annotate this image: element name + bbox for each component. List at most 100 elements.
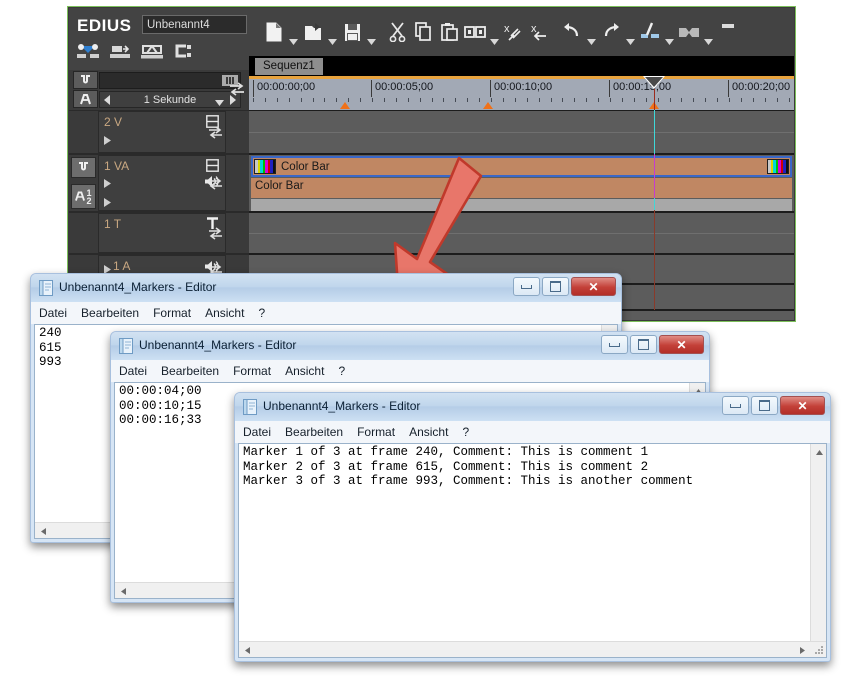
close-button[interactable]: ✕ — [571, 277, 616, 296]
marker-icon[interactable] — [676, 17, 702, 47]
timeline-marker-1[interactable] — [340, 102, 350, 109]
track-1va-label: 1 VA — [104, 159, 130, 173]
video-toggle-button[interactable] — [73, 71, 98, 89]
cut-icon[interactable] — [384, 17, 410, 47]
chevron-down-icon[interactable] — [326, 15, 339, 50]
chevron-down-icon[interactable] — [488, 15, 501, 50]
notepad-3-titlebar[interactable]: Unbenannt4_Markers - Editor ✕ — [235, 393, 830, 421]
menu-help[interactable]: ? — [258, 306, 265, 320]
redo-icon[interactable] — [598, 17, 624, 47]
copy-icon[interactable] — [410, 17, 436, 47]
notepad-2-titlebar[interactable]: Unbenannt4_Markers - Editor ✕ — [111, 332, 709, 360]
menu-ansicht[interactable]: Ansicht — [285, 364, 324, 378]
menu-ansicht[interactable]: Ansicht — [205, 306, 244, 320]
timeline-track-1va[interactable]: Color Bar Color Bar — [249, 154, 794, 212]
timeline-track-1t[interactable] — [249, 212, 794, 254]
chevron-down-icon[interactable] — [287, 15, 300, 50]
chevron-down-icon[interactable] — [702, 15, 715, 50]
chevron-down-icon[interactable] — [215, 97, 224, 109]
add-cut-point-icon[interactable] — [637, 17, 663, 47]
track-1va-sync-icon[interactable] — [204, 155, 226, 211]
track-1va-selectors: 12 — [69, 155, 97, 211]
track-1va-expand-video-icon[interactable] — [104, 175, 111, 193]
add-transition-icon[interactable] — [77, 44, 99, 60]
delete-transition-icon[interactable]: x — [501, 17, 527, 47]
timeline-scale-selector[interactable]: 1 Sekunde — [99, 91, 241, 108]
menu-datei[interactable]: Datei — [39, 306, 67, 320]
track-header-1t[interactable]: 1 T — [69, 212, 249, 254]
menu-bearbeiten[interactable]: Bearbeiten — [285, 425, 343, 439]
ruler-label-2: 00:00:10;00 — [494, 81, 553, 93]
sync-lock-icon[interactable] — [227, 75, 247, 103]
scroll-right-icon[interactable] — [794, 642, 810, 657]
minimize-button[interactable] — [601, 335, 628, 354]
chevron-down-icon[interactable] — [624, 15, 637, 50]
minimize-button[interactable] — [722, 396, 749, 415]
menu-help[interactable]: ? — [462, 425, 469, 439]
menu-help[interactable]: ? — [338, 364, 345, 378]
notepad-window-3[interactable]: Unbenannt4_Markers - Editor ✕ Datei Bear… — [234, 392, 831, 662]
maximize-button[interactable] — [751, 396, 778, 415]
replace-clip-icon[interactable] — [462, 17, 488, 47]
track-1va-expand-audio-icon[interactable] — [104, 194, 111, 212]
minimize-button[interactable] — [513, 277, 540, 296]
timeline-track-2v[interactable] — [249, 110, 794, 154]
ripple-icon[interactable] — [110, 44, 130, 60]
ruler-label-0: 00:00:00;00 — [257, 81, 316, 93]
timeline-marker-2[interactable] — [483, 102, 493, 109]
menu-datei[interactable]: Datei — [119, 364, 147, 378]
menu-bearbeiten[interactable]: Bearbeiten — [81, 306, 139, 320]
timeline-clip-colorbar-audio[interactable]: Color Bar — [251, 178, 792, 198]
track-1t-sync-icon[interactable] — [204, 213, 226, 253]
menu-ansicht[interactable]: Ansicht — [409, 425, 448, 439]
group-icon[interactable] — [174, 44, 194, 60]
clip-label-video: Color Bar — [281, 161, 330, 173]
audio-toggle-button[interactable] — [73, 90, 98, 108]
chevron-down-icon[interactable] — [365, 15, 378, 50]
ripple-delete-icon[interactable]: x — [527, 17, 553, 47]
open-project-icon[interactable] — [300, 17, 326, 47]
ruler-label-4: 00:00:20;00 — [732, 81, 791, 93]
track-1va-audio-select[interactable]: 12 — [71, 184, 96, 209]
notepad-1-titlebar[interactable]: Unbenannt4_Markers - Editor ✕ — [31, 274, 621, 302]
track-2v-sync-icon[interactable] — [204, 111, 226, 153]
track-header-2v[interactable]: 2 V — [69, 110, 249, 154]
timeline-clip-colorbar-video[interactable]: Color Bar — [251, 156, 792, 177]
notepad-1-content: 240 615 993 — [39, 326, 62, 369]
maximize-button[interactable] — [542, 277, 569, 296]
scroll-left-icon[interactable] — [239, 642, 255, 657]
notepad-3-text-area[interactable]: Marker 1 of 3 at frame 240, Comment: Thi… — [238, 443, 827, 658]
track-2v-expand-icon[interactable] — [104, 132, 111, 150]
notepad-3-hscrollbar[interactable] — [239, 641, 826, 657]
resize-grip-icon[interactable] — [812, 643, 825, 656]
menu-datei[interactable]: Datei — [243, 425, 271, 439]
track-1t-label: 1 T — [104, 217, 122, 231]
close-button[interactable]: ✕ — [659, 335, 704, 354]
scroll-left-icon[interactable] — [35, 523, 51, 538]
tab-sequenz1[interactable]: Sequenz1 — [255, 58, 323, 75]
maximize-button[interactable] — [630, 335, 657, 354]
menu-format[interactable]: Format — [153, 306, 191, 320]
undo-icon[interactable] — [559, 17, 585, 47]
track-1va-video-select[interactable] — [71, 157, 96, 178]
chevron-down-icon[interactable] — [585, 15, 598, 50]
paste-icon[interactable] — [436, 17, 462, 47]
save-project-icon[interactable] — [339, 17, 365, 47]
scroll-left-icon[interactable] — [115, 583, 131, 598]
notepad-3-vscrollbar[interactable] — [810, 444, 826, 657]
menu-format[interactable]: Format — [233, 364, 271, 378]
close-button[interactable]: ✕ — [780, 396, 825, 415]
timeline-ruler[interactable]: 00:00:00;00 00:00:05;00 00:00:10;00 00:0… — [249, 76, 794, 110]
chevron-down-icon[interactable] — [663, 15, 676, 50]
track-1a-label: 1 A — [113, 259, 131, 273]
track-header-1va[interactable]: 12 1 VA — [69, 154, 249, 212]
timeline-zoom-slider[interactable] — [99, 72, 241, 89]
link-icon[interactable] — [141, 44, 163, 60]
project-name-field[interactable]: Unbenannt4 — [142, 15, 247, 34]
menu-bearbeiten[interactable]: Bearbeiten — [161, 364, 219, 378]
menu-format[interactable]: Format — [357, 425, 395, 439]
scroll-up-icon[interactable] — [811, 444, 826, 460]
new-project-icon[interactable] — [261, 17, 287, 47]
scale-prev-icon[interactable] — [104, 95, 111, 108]
toolbar-overflow-icon[interactable] — [715, 17, 741, 47]
